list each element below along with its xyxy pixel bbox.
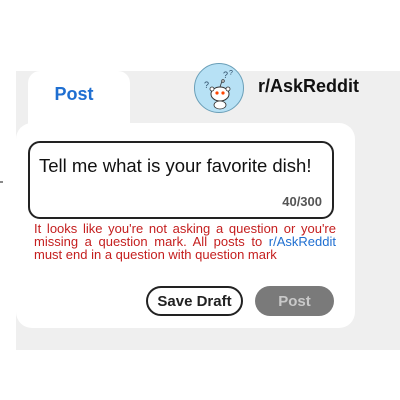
edge-divider [0,181,3,183]
question-mark-warning: It looks like you're not asking a questi… [34,222,336,261]
tab-post-label[interactable]: Post [28,84,120,105]
post-title-field[interactable]: Tell me what is your favorite dish! 40/3… [28,141,334,219]
post-button[interactable]: Post [255,286,334,316]
svg-text:?: ? [204,80,209,90]
svg-text:?: ? [223,70,228,80]
post-title-text[interactable]: Tell me what is your favorite dish! [39,155,311,177]
svg-text:?: ? [229,70,233,77]
subreddit-name[interactable]: r/AskReddit [258,76,359,97]
warning-subreddit-link[interactable]: r/AskReddit [269,234,336,249]
save-draft-button[interactable]: Save Draft [146,286,243,316]
askreddit-snoo-icon: ? ? ? [194,63,244,113]
character-counter: 40/300 [282,194,322,209]
warning-text-end: must end in a question with question mar… [34,247,277,262]
